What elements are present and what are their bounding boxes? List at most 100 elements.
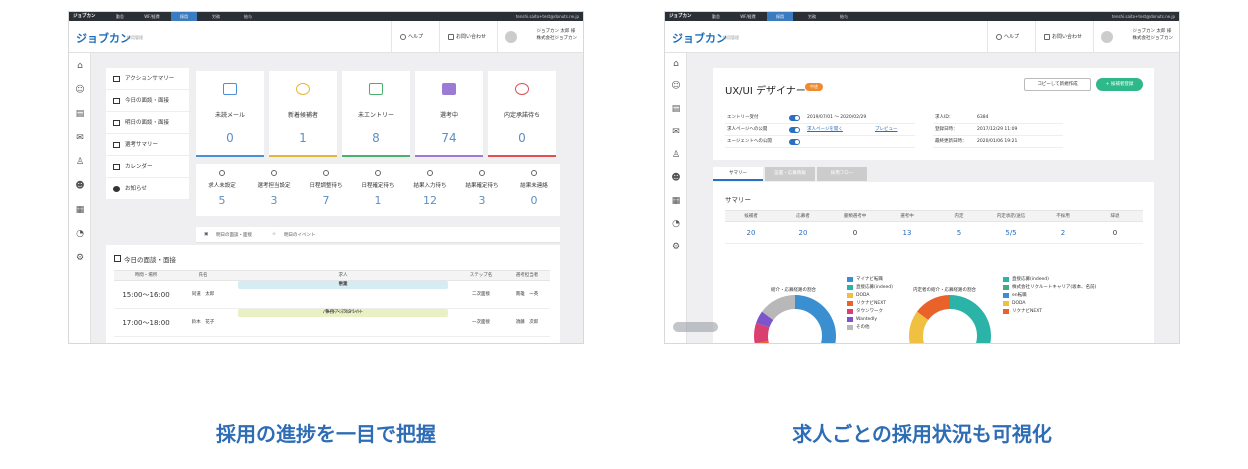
legend-item: 直接応募(indeed) (1003, 276, 1096, 284)
pencil-icon (427, 170, 433, 176)
help-button[interactable]: ヘルプ (391, 21, 439, 53)
star-icon: ☆ (272, 232, 277, 237)
chat-icon (442, 83, 456, 95)
app-logo-small[interactable]: ジョブカン (669, 12, 692, 21)
tab-payroll[interactable]: 給与 (235, 12, 261, 21)
menu-action-summary[interactable]: アクションサマリー (106, 68, 189, 90)
app-logo-small[interactable]: ジョブカン (73, 12, 96, 21)
legend-label: 直接応募(indeed) (1012, 277, 1049, 282)
source-legend: マイナビ転職 直接応募(indeed) DODA リクナビNEXT タウンワーク Want… (847, 276, 893, 332)
avatar[interactable] (505, 31, 517, 43)
tab-payroll[interactable]: 給与 (831, 12, 857, 21)
account-email[interactable]: tenshi.saito+test@donuts.ne.jp (1112, 12, 1175, 21)
stat-schedule-confirm[interactable]: 日程確定待ち 1 (352, 164, 404, 216)
stat-job-unset[interactable]: 求人未設定 5 (196, 164, 248, 216)
entry-toggle[interactable] (789, 115, 800, 121)
person-card-icon (113, 98, 120, 104)
summary-value-applicants[interactable]: 20 (777, 222, 829, 244)
agent-toggle[interactable] (789, 139, 800, 145)
brand-logo[interactable]: ジョブカン (672, 30, 727, 46)
mail-icon[interactable]: ✉ (75, 133, 85, 143)
summary-value-rejected[interactable]: 2 (1037, 222, 1089, 244)
table-row[interactable]: 17:00〜18:00 鈴木 花子 パート・アルバイト 事務アシスタント 一次面… (114, 309, 550, 337)
tab-recruit[interactable]: 採用 (171, 12, 197, 21)
person-icon[interactable]: ♙ (75, 157, 85, 167)
scrollbar[interactable] (673, 322, 718, 332)
legend-swatch (847, 285, 853, 290)
mail-icon[interactable]: ✉ (671, 127, 681, 137)
help-button[interactable]: ヘルプ (987, 21, 1035, 53)
card-unread-mail[interactable]: 未読メール 0 (196, 71, 264, 157)
menu-selection-summary[interactable]: 選考サマリー (106, 134, 189, 156)
table-row[interactable]: 15:00〜16:00 同道 太郎 中途 営業 二次面接 南雄 一英 (114, 281, 550, 309)
users-icon[interactable]: ☺ (671, 81, 681, 91)
tab-setting-info[interactable]: 設置・応募情報 (765, 167, 815, 181)
calendar-icon[interactable]: ▦ (75, 205, 85, 215)
document-icon[interactable]: ▤ (671, 104, 681, 114)
tomorrow-interview-icon: ▣ (204, 232, 209, 237)
avatar[interactable] (1101, 31, 1113, 43)
menu-notices[interactable]: お知らせ (106, 178, 189, 200)
contact-button[interactable]: お問い合わせ (1035, 21, 1093, 53)
summary-value-selection[interactable]: 13 (881, 222, 933, 244)
tab-tomorrow-interviews[interactable]: 明日の面談・面接 (216, 232, 252, 238)
summary-value-accepted[interactable]: 5/5 (985, 222, 1037, 244)
home-icon[interactable]: ⌂ (671, 59, 681, 69)
left-nav: ⌂ ☺ ▤ ✉ ♙ ☻ ▦ ◔ ⚙ (665, 53, 687, 343)
tab-attendance[interactable]: 勤怠 (107, 12, 133, 21)
calendar-icon (323, 170, 329, 176)
job-title: UX/UI デザイナー (725, 86, 806, 97)
users-icon[interactable]: ☺ (75, 85, 85, 95)
add-candidate-button[interactable]: + 候補者登録 (1096, 78, 1143, 91)
gear-icon[interactable]: ⚙ (671, 242, 681, 252)
calendar-icon[interactable]: ▦ (671, 196, 681, 206)
tab-labor[interactable]: 労務 (799, 12, 825, 21)
page-header: ジョブカン 採用管理 ヘルプ お問い合わせ ジョブカン 太郎 様株式会社ジョブカ… (69, 21, 583, 53)
summary-value-candidates[interactable]: 20 (725, 222, 777, 244)
tab-labor[interactable]: 労務 (203, 12, 229, 21)
tab-recruit-flow[interactable]: 採用フロー (817, 167, 867, 181)
person-icon[interactable]: ♙ (671, 150, 681, 160)
mail-icon (223, 83, 237, 95)
copy-create-button[interactable]: コピーして新規作成 (1024, 78, 1091, 91)
tab-recruit[interactable]: 採用 (767, 12, 793, 21)
card-no-entry[interactable]: 未エントリー 8 (342, 71, 410, 157)
tab-attendance[interactable]: 勤怠 (703, 12, 729, 21)
summary-value-offer[interactable]: 5 (933, 222, 985, 244)
group-icon[interactable]: ☻ (671, 173, 681, 183)
stat-result-confirm[interactable]: 結果確定待ち 3 (456, 164, 508, 216)
tab-summary[interactable]: サマリー (713, 167, 763, 181)
legend-label: その他 (856, 325, 870, 330)
group-icon[interactable]: ☻ (75, 181, 85, 191)
users-icon (296, 83, 310, 95)
preview-link[interactable]: プレビュー (875, 124, 898, 136)
tab-workflow[interactable]: WF/経費 (735, 12, 761, 21)
brand-logo[interactable]: ジョブカン (76, 30, 131, 46)
top-app-bar: ジョブカン 勤怠 WF/経費 採用 労務 給与 tenshi.saito+tes… (665, 12, 1179, 21)
person-card-icon (113, 120, 120, 126)
stat-owner-setting[interactable]: 選考担当設定 3 (248, 164, 300, 216)
account-email[interactable]: tenshi.saito+test@donuts.ne.jp (516, 12, 579, 21)
stat-schedule-adjust[interactable]: 日程調整待ち 7 (300, 164, 352, 216)
tab-tomorrow-events[interactable]: 明日のイベント (284, 232, 316, 238)
job-id-row: 求人ID： 6384 (933, 112, 1063, 124)
tab-workflow[interactable]: WF/経費 (139, 12, 165, 21)
chart-title-offer-source: 内定者の紹介・応募経路の割合 (913, 288, 976, 293)
stat-result-input[interactable]: 結果入力待ち 12 (404, 164, 456, 216)
gear-icon[interactable]: ⚙ (75, 253, 85, 263)
menu-calendar[interactable]: カレンダー (106, 156, 189, 178)
card-offer-pending[interactable]: 内定承諾待ち 0 (488, 71, 556, 157)
document-icon[interactable]: ▤ (75, 109, 85, 119)
legend-item: DODA (1003, 300, 1096, 308)
contact-button[interactable]: お問い合わせ (439, 21, 497, 53)
home-icon[interactable]: ⌂ (75, 61, 85, 71)
publish-toggle[interactable] (789, 127, 800, 133)
card-new-candidates[interactable]: 新着候補者 1 (269, 71, 337, 157)
chart-icon[interactable]: ◔ (671, 219, 681, 229)
card-in-selection[interactable]: 選考中 74 (415, 71, 483, 157)
menu-today-interviews[interactable]: 今日の面談・面接 (106, 90, 189, 112)
open-job-page-link[interactable]: 求人ページを開く (807, 124, 843, 136)
stat-result-uncontacted[interactable]: 結果未連絡 0 (508, 164, 560, 216)
chart-icon[interactable]: ◔ (75, 229, 85, 239)
menu-tomorrow-interviews[interactable]: 明日の面談・面接 (106, 112, 189, 134)
